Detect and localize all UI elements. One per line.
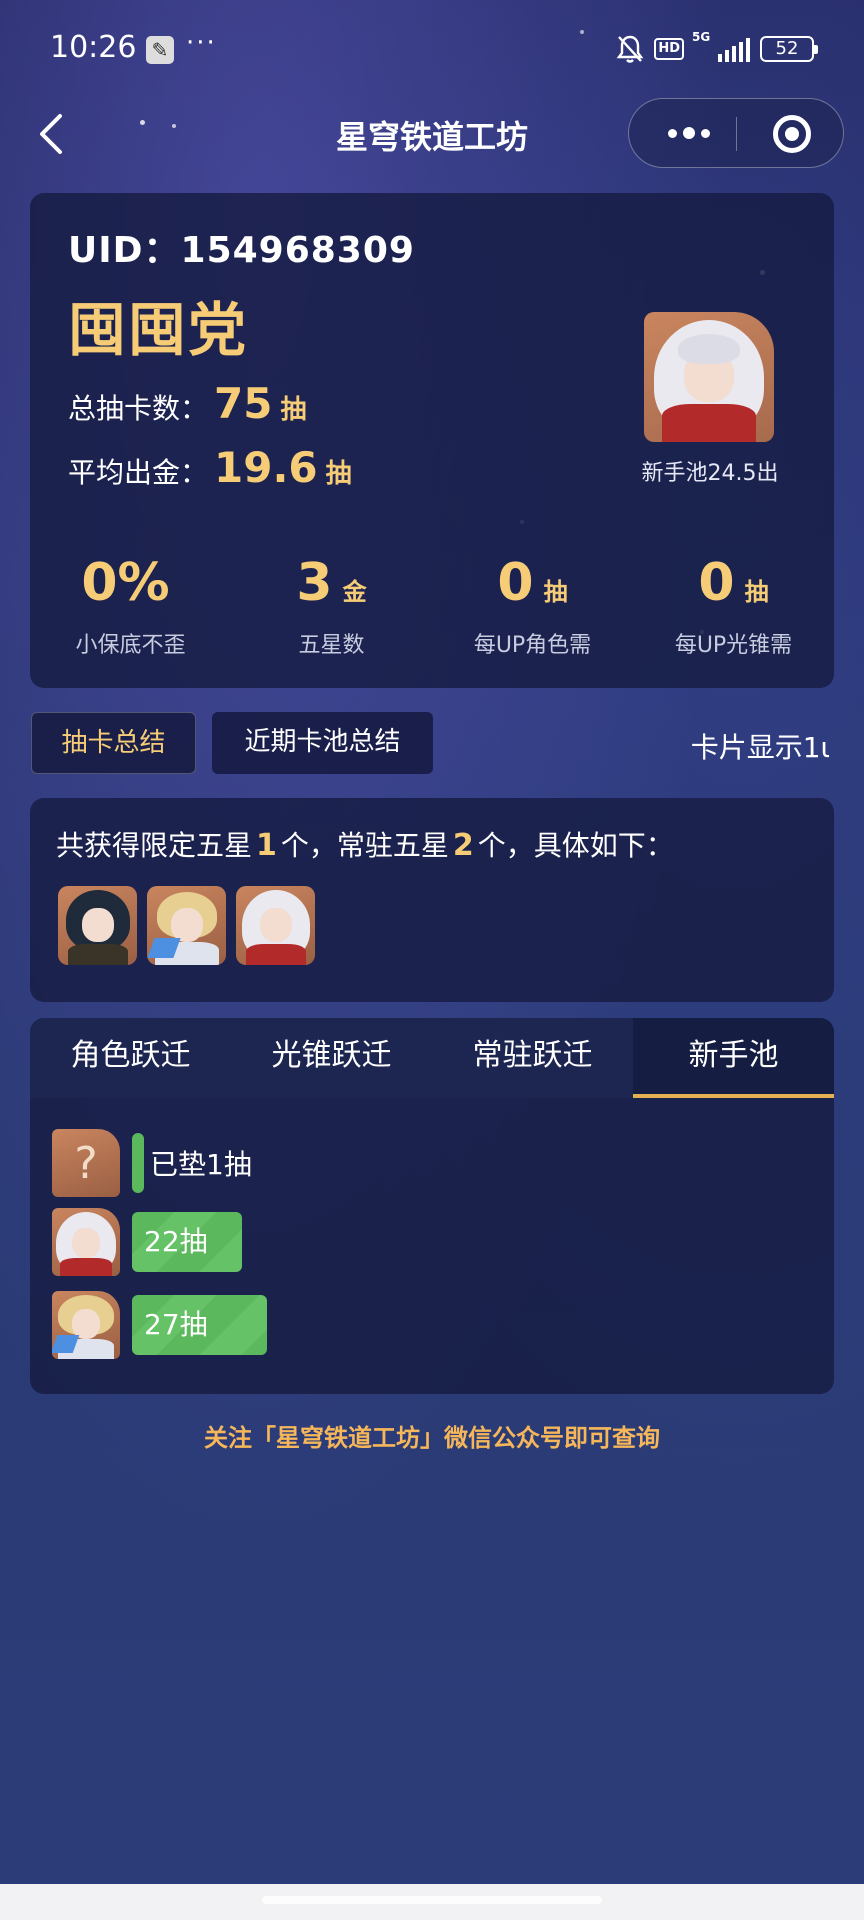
pull-record-row: 27抽 [52, 1291, 267, 1359]
bell-off-icon [616, 35, 644, 63]
pull-record-row: 22抽 [52, 1208, 242, 1276]
stat-value: 0 [698, 553, 735, 613]
capsule-divider [736, 117, 737, 151]
obtained-summary-text: 共获得限定五星 1 个，常驻五星 2 个，具体如下： [56, 824, 674, 864]
stat-small-guarantee: 0% 小保底不歪 [30, 553, 231, 673]
miniprogram-capsule [628, 98, 844, 168]
home-indicator[interactable] [262, 1896, 602, 1904]
stat-label: 每UP光锥需 [674, 633, 793, 658]
standard-count: 2 [452, 828, 474, 863]
status-time: 10:26 [50, 30, 137, 65]
more-options-icon[interactable] [659, 113, 719, 153]
character-thumb[interactable] [147, 886, 226, 965]
unknown-character-avatar: ? [52, 1129, 120, 1197]
signal-icon: 5G [692, 30, 750, 62]
total-pulls-value: 75 [214, 379, 273, 428]
pull-progress-bar: 27抽 [132, 1295, 267, 1355]
stat-unit: 抽 [543, 578, 568, 606]
status-bar: 10:26 ✎ ··· HD 5G 52 [0, 0, 864, 100]
stat-unit: 抽 [744, 578, 769, 606]
stat-unit: 金 [342, 578, 367, 606]
stat-value: 0% [81, 553, 170, 613]
uid-line: UID：154968309 [68, 221, 415, 273]
limited-count: 1 [256, 828, 277, 863]
stat-five-star-count: 3金 五星数 [231, 553, 432, 673]
obtained-mid: 个，常驻五星 [280, 829, 449, 862]
obtained-suffix: 个，具体如下： [477, 829, 674, 862]
tab-recent-banner-summary[interactable]: 近期卡池总结 [212, 712, 433, 774]
character-avatar [52, 1291, 120, 1359]
status-icons: HD 5G 52 [616, 30, 818, 64]
mini-stats: 0% 小保底不歪 3金 五星数 0抽 每UP角色需 0抽 每UP光锥需 [30, 553, 834, 673]
stat-value: 3 [296, 553, 333, 613]
tab-character-warp[interactable]: 角色跃迁 [30, 1018, 231, 1098]
player-name: 囤囤党 [68, 296, 249, 364]
stat-label: 每UP角色需 [473, 633, 592, 658]
more-notifications-icon: ··· [186, 28, 217, 58]
tab-pull-summary[interactable]: 抽卡总结 [31, 712, 196, 774]
hd-badge: HD [654, 38, 684, 60]
battery-icon: 52 [760, 36, 818, 62]
wrench-icon: ✎ [146, 36, 174, 64]
pull-progress-bar [132, 1133, 144, 1193]
average-gold-label: 平均出金： [68, 456, 209, 489]
total-pulls: 总抽卡数： 75 抽 [68, 379, 306, 428]
pull-record-row: ? 已垫1抽 [52, 1129, 252, 1197]
average-gold: 平均出金： 19.6 抽 [68, 443, 352, 492]
character-thumb[interactable] [58, 886, 137, 965]
pull-progress-bar: 22抽 [132, 1212, 242, 1272]
warp-tabs: 角色跃迁 光锥跃迁 常驻跃迁 新手池 [30, 1018, 834, 1098]
network-type: 5G [692, 30, 711, 44]
warp-history-card: 角色跃迁 光锥跃迁 常驻跃迁 新手池 ? 已垫1抽 22抽 27抽 [30, 1018, 834, 1394]
stat-value: 0 [497, 553, 534, 613]
total-pulls-label: 总抽卡数： [68, 392, 209, 425]
obtained-summary-card: 共获得限定五星 1 个，常驻五星 2 个，具体如下： [30, 798, 834, 1002]
stat-label: 小保底不歪 [75, 633, 186, 658]
obtained-prefix: 共获得限定五星 [56, 829, 253, 862]
obtained-characters [58, 886, 315, 965]
tab-lightcone-warp[interactable]: 光锥跃迁 [231, 1018, 432, 1098]
pull-count-label: 已垫1抽 [150, 1148, 252, 1181]
uid-value: 154968309 [180, 230, 415, 271]
stat-label: 五星数 [298, 633, 365, 658]
tab-beginner-warp[interactable]: 新手池 [633, 1018, 834, 1098]
uid-label: UID： [68, 230, 181, 271]
stat-per-up-lightcone: 0抽 每UP光锥需 [633, 553, 834, 673]
character-thumb[interactable] [236, 886, 315, 965]
stat-per-up-character: 0抽 每UP角色需 [432, 553, 633, 673]
featured-caption: 新手池24.5出 [641, 461, 779, 486]
card-display-toggle[interactable]: 卡片显示1ι [670, 726, 830, 766]
close-miniprogram-icon[interactable] [773, 115, 811, 153]
character-avatar [52, 1208, 120, 1276]
profile-card: UID：154968309 囤囤党 总抽卡数： 75 抽 平均出金： 19.6 … [30, 193, 834, 688]
total-pulls-unit: 抽 [280, 395, 307, 425]
tab-standard-warp[interactable]: 常驻跃迁 [432, 1018, 633, 1098]
nav-bar: 星穹铁道工坊 [0, 96, 864, 172]
average-gold-value: 19.6 [214, 443, 318, 492]
average-gold-unit: 抽 [325, 459, 352, 489]
featured-character-avatar [644, 312, 774, 442]
footer-note: 关注「星穹铁道工坊」微信公众号即可查询 [204, 1424, 660, 1452]
